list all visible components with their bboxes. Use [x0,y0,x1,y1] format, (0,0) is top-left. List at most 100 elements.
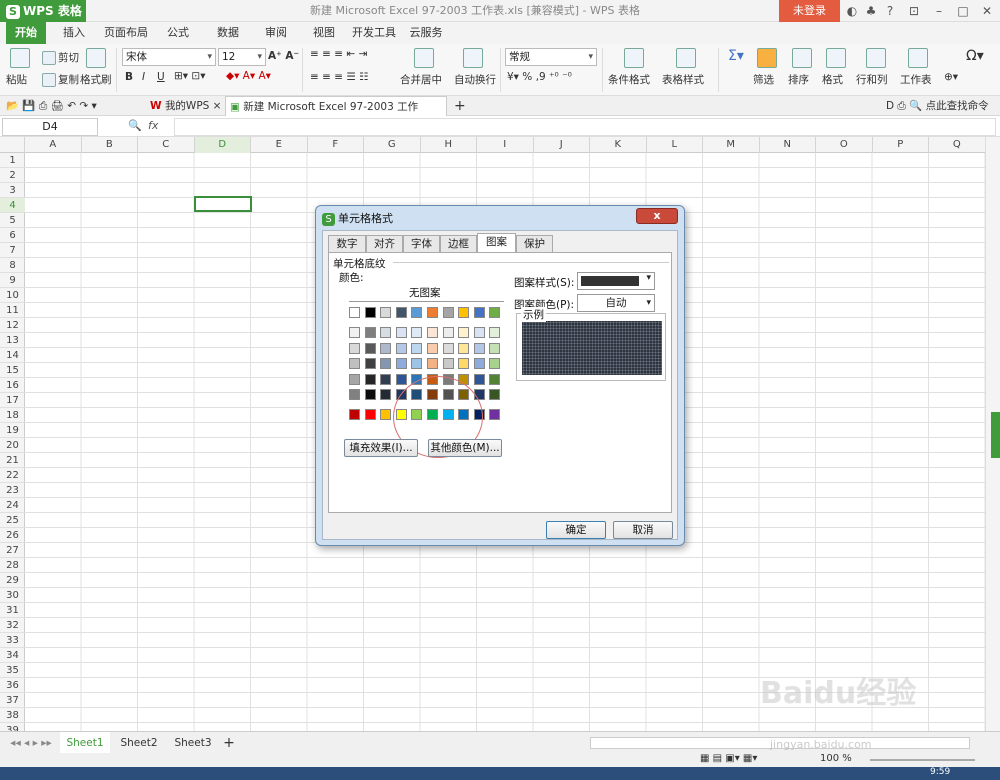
color-swatch[interactable] [364,358,376,369]
skin-icon[interactable]: ◐ [843,2,861,20]
tab-mywps[interactable]: W 我的WPS × [146,96,224,116]
scrollbar-thumb[interactable] [991,412,1000,458]
column-header[interactable]: A [25,137,82,153]
sheet-tab-3[interactable]: Sheet3 [168,732,218,754]
color-swatch[interactable] [473,342,485,354]
wrap-text-icon[interactable] [463,48,485,68]
row-header[interactable]: 15 [0,363,25,378]
row-header[interactable]: 34 [0,648,25,663]
color-swatch[interactable] [458,327,470,338]
color-swatch[interactable] [411,358,423,369]
row-header[interactable]: 5 [0,213,25,228]
row-header[interactable]: 16 [0,378,25,393]
fill-effect-button[interactable]: 填充效果(I)... [344,439,418,457]
minimize-icon[interactable]: – [930,2,948,20]
column-header[interactable]: P [873,137,929,153]
format-painter-icon[interactable] [86,48,108,68]
sheet-nav-icons[interactable]: ◂◂ ◂ ▸ ▸▸ [4,732,58,754]
column-header[interactable]: E [251,137,308,153]
color-swatch[interactable] [349,409,360,420]
color-swatch[interactable] [411,327,423,338]
color-swatch[interactable] [349,358,360,369]
tab-alignment[interactable]: 对齐 [366,235,403,252]
color-swatch[interactable] [364,342,376,354]
close-icon[interactable]: ✕ [978,2,996,20]
row-header[interactable]: 8 [0,258,25,273]
no-pattern-button[interactable]: 无图案 [409,285,441,300]
color-swatch[interactable] [458,342,470,354]
color-swatch[interactable] [473,373,485,385]
shirt-icon[interactable]: ♣ [862,2,880,20]
color-swatch[interactable] [395,327,407,338]
row-header[interactable]: 6 [0,228,25,243]
number-format-select[interactable]: 常规 [505,48,597,66]
row-header[interactable]: 30 [0,588,25,603]
color-swatch[interactable] [349,373,360,385]
row-header[interactable]: 18 [0,408,25,423]
column-header[interactable]: C [138,137,195,153]
color-swatch[interactable] [489,327,501,338]
tab-data[interactable]: 数据 [210,22,246,44]
dialog-close-button[interactable]: x [636,208,678,224]
column-header[interactable]: M [703,137,760,153]
row-header[interactable]: 22 [0,468,25,483]
find-icon[interactable]: ⊕▾ [944,71,958,83]
column-header[interactable]: H [421,137,477,153]
app-menu-button[interactable]: S WPS 表格 [0,0,86,22]
pattern-style-select[interactable]: ▾ [577,272,655,290]
filter-icon[interactable] [757,48,779,68]
color-swatch[interactable] [427,342,438,354]
wrap-text-button[interactable]: 自动换行 [454,72,496,87]
zoom-level[interactable]: 100 % [820,753,852,764]
color-swatch[interactable] [427,307,438,318]
tab-developer[interactable]: 开发工具 [350,22,398,44]
grow-font-icon[interactable]: A⁺ A⁻ [268,50,299,62]
row-col-button[interactable]: 行和列 [856,72,888,87]
row-header[interactable]: 38 [0,708,25,723]
color-swatch[interactable] [458,307,470,318]
tab-protection[interactable]: 保护 [516,235,553,252]
more-colors-button[interactable]: 其他颜色(M)... [428,439,502,457]
row-header[interactable]: 17 [0,393,25,408]
color-swatch[interactable] [380,342,392,354]
color-swatch[interactable] [364,389,376,400]
color-swatch[interactable] [380,327,392,338]
color-swatch[interactable] [395,307,407,318]
help-icon[interactable]: ? [881,2,899,20]
tab-review[interactable]: 审阅 [258,22,294,44]
find-command[interactable]: D ⎙ 🔍 点此查找命令 [882,96,1000,116]
row-header[interactable]: 37 [0,693,25,708]
row-col-icon[interactable] [866,48,888,68]
login-button[interactable]: 未登录 [779,0,840,22]
tab-insert[interactable]: 插入 [56,22,92,44]
table-style-button[interactable]: 表格样式 [662,72,704,87]
color-swatch[interactable] [364,307,376,318]
color-swatch[interactable] [473,307,485,318]
color-swatch[interactable] [411,342,423,354]
ok-button[interactable]: 确定 [546,521,606,539]
color-swatch[interactable] [489,307,501,318]
row-header[interactable]: 23 [0,483,25,498]
color-swatch[interactable] [411,307,423,318]
row-header[interactable]: 2 [0,168,25,183]
quick-access-icons[interactable]: 📂 💾 ⎙ 🖨 ↶ ↷ ▾ [2,96,122,116]
zoom-slider[interactable] [870,759,975,761]
color-swatch[interactable] [442,327,454,338]
view-mode-icons[interactable]: ▦ ▤ ▣▾ ▦▾ [700,753,757,764]
row-header[interactable]: 1 [0,153,25,168]
tab-pattern[interactable]: 图案 [477,233,516,252]
row-header[interactable]: 3 [0,183,25,198]
color-swatch[interactable] [473,327,485,338]
align-left-icons[interactable]: ≡ ≡ ≡ ☰ ☷ [310,71,369,83]
color-swatch[interactable] [489,373,501,385]
color-swatch[interactable] [349,307,360,318]
underline-button[interactable]: U [157,71,165,83]
font-size-select[interactable]: 12 [218,48,266,66]
color-swatch[interactable] [427,327,438,338]
column-header[interactable]: N [760,137,816,153]
column-header[interactable]: O [816,137,873,153]
color-swatch[interactable] [380,373,392,385]
color-swatch[interactable] [364,327,376,338]
tab-page-layout[interactable]: 页面布局 [102,22,150,44]
color-swatch[interactable] [442,358,454,369]
